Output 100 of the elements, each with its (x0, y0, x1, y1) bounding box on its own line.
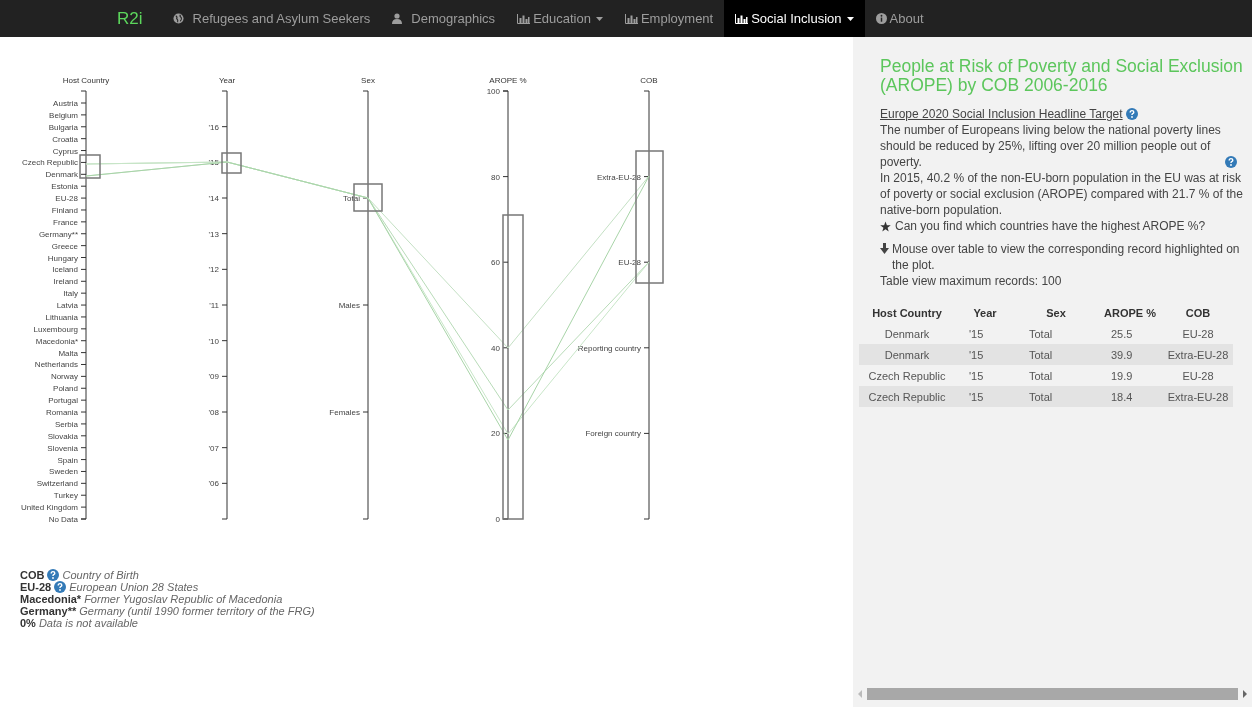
legend-description: Germany (until 1990 former territory of the FRG) (79, 604, 315, 618)
tick-label: '14 (208, 194, 219, 203)
tick-label: Belgium (49, 110, 78, 120)
tick-label: United Kingdom (21, 503, 78, 513)
tick-label: 20 (491, 429, 500, 439)
column-header[interactable]: AROPE % (1097, 303, 1163, 323)
column-header[interactable]: COB (1163, 303, 1233, 323)
tick-label: Malta (58, 348, 78, 358)
panel-title: People at Risk of Poverty and Social Exclusion (AROPE) by COB 2006-2016 (880, 57, 1244, 95)
help-icon[interactable] (54, 581, 67, 593)
table-cell: '15 (955, 386, 1015, 407)
column-header[interactable]: Sex (1015, 303, 1097, 323)
tick-label: Portugal (48, 396, 78, 406)
tick-label: Latvia (56, 301, 78, 311)
table-cell: Total (1015, 344, 1097, 365)
legend-term: Germany** (20, 604, 77, 618)
nav-link[interactable]: About (864, 0, 935, 37)
table-cell: 39.9 (1097, 344, 1163, 365)
tick-label: Hungary (47, 253, 78, 263)
tick-label: Bulgaria (48, 122, 78, 132)
table-cell: Denmark (859, 323, 955, 344)
tick-label: 40 (491, 343, 500, 353)
tick-label: '08 (208, 408, 219, 417)
nav-link[interactable]: Refugees and Asylum Seekers (161, 0, 382, 37)
legend-term: COB (20, 568, 45, 582)
axis-title: COB (640, 76, 658, 85)
help-icon[interactable] (1225, 156, 1237, 168)
column-header[interactable]: Host Country (859, 303, 955, 323)
table-cell: 25.5 (1097, 323, 1163, 344)
help-icon[interactable] (1125, 108, 1138, 120)
tick-label: '10 (208, 336, 219, 346)
nav-link[interactable]: Social Inclusion (724, 0, 865, 37)
tick-label: Norway (50, 372, 78, 382)
table-cell: EU-28 (1163, 323, 1233, 344)
tick-label: Lithuania (45, 312, 78, 322)
tick-label: Italy (63, 289, 78, 299)
tick-label: '13 (208, 229, 219, 239)
nav-link[interactable]: Demographics (381, 0, 507, 37)
legend-description: Former Yugoslav Republic of Macedonia (84, 592, 283, 606)
tick-label: Croatia (52, 134, 78, 144)
tick-label: Denmark (45, 170, 78, 180)
tick-label: Switzerland (36, 479, 78, 489)
tick-label: 60 (491, 258, 500, 268)
tick-label: Estonia (51, 182, 78, 192)
help-icon[interactable] (47, 569, 60, 581)
table-cell: EU-28 (1163, 365, 1233, 386)
brush-box[interactable] (221, 152, 242, 174)
axis-title: Year (218, 76, 236, 85)
tick-label: Czech Republic (21, 158, 78, 168)
table-cell: Czech Republic (859, 365, 955, 386)
question-text: Can you find which countries have the highest AROPE %? (895, 218, 1206, 234)
scrollbar-thumb[interactable] (867, 688, 1238, 700)
tick-label: Turkey (53, 491, 78, 501)
tick-label: '16 (208, 122, 219, 132)
axis-title: AROPE % (489, 76, 527, 85)
tick-label: Foreign country (585, 429, 641, 439)
target-link[interactable]: Europe 2020 Social Inclusion Headline Target (880, 107, 1123, 121)
table-cell: Extra-EU-28 (1163, 386, 1233, 407)
tick-label: 100 (486, 87, 500, 96)
tick-label: Greece (51, 241, 78, 251)
scroll-right-icon[interactable] (1242, 690, 1248, 698)
tick-label: France (53, 217, 78, 227)
legend-term: 0% (20, 616, 36, 630)
table-cell: '15 (955, 365, 1015, 386)
tick-label: Finland (51, 205, 78, 215)
table-cell: Extra-EU-28 (1163, 344, 1233, 365)
legend-description: European Union 28 States (69, 580, 199, 594)
tick-label: Iceland (52, 265, 78, 275)
tick-label: '11 (209, 301, 219, 310)
info-icon (875, 13, 887, 24)
tick-label: Poland (53, 384, 78, 394)
table-cell: Total (1015, 365, 1097, 386)
legend-term: Macedonia* (20, 592, 82, 606)
user-icon (392, 13, 403, 24)
column-header[interactable]: Year (955, 303, 1015, 323)
nav-link[interactable]: Employment (613, 0, 725, 37)
legend-description: Country of Birth (62, 568, 139, 582)
tick-label: '06 (208, 479, 219, 489)
tick-label: Romania (46, 408, 78, 418)
legend-term: EU-28 (20, 580, 52, 594)
tick-label: Netherlands (34, 360, 78, 370)
brand-logo[interactable]: R2i (108, 5, 152, 32)
hint-text: Mouse over table to view the corresponding record highlighted on the plot. (892, 241, 1241, 273)
brush-box[interactable] (502, 214, 524, 520)
tick-label: Males (338, 301, 360, 310)
tick-label: Slovakia (47, 431, 78, 441)
table-cell: 19.9 (1097, 365, 1163, 386)
axis-title: Sex (361, 76, 375, 85)
tick-label: 0 (495, 515, 500, 524)
bar-chart-icon (624, 13, 638, 24)
tick-label: '09 (208, 372, 219, 382)
nav-link[interactable]: Education (506, 0, 614, 37)
stat-text: In 2015, 40.2 % of the non-EU-born population in the EU was at risk of poverty or social exclusion (AROPE) compared with 21.7 % of the native-born population. (880, 171, 1243, 217)
tick-label: Reporting country (577, 343, 641, 353)
tick-label: Macedonia* (35, 336, 78, 346)
table-cell: '15 (955, 344, 1015, 365)
max-records-text: Table view maximum records: 100 (880, 274, 1062, 288)
tick-label: Austria (53, 99, 78, 108)
brush-box[interactable] (79, 154, 101, 179)
tick-label: Luxembourg (33, 324, 78, 334)
